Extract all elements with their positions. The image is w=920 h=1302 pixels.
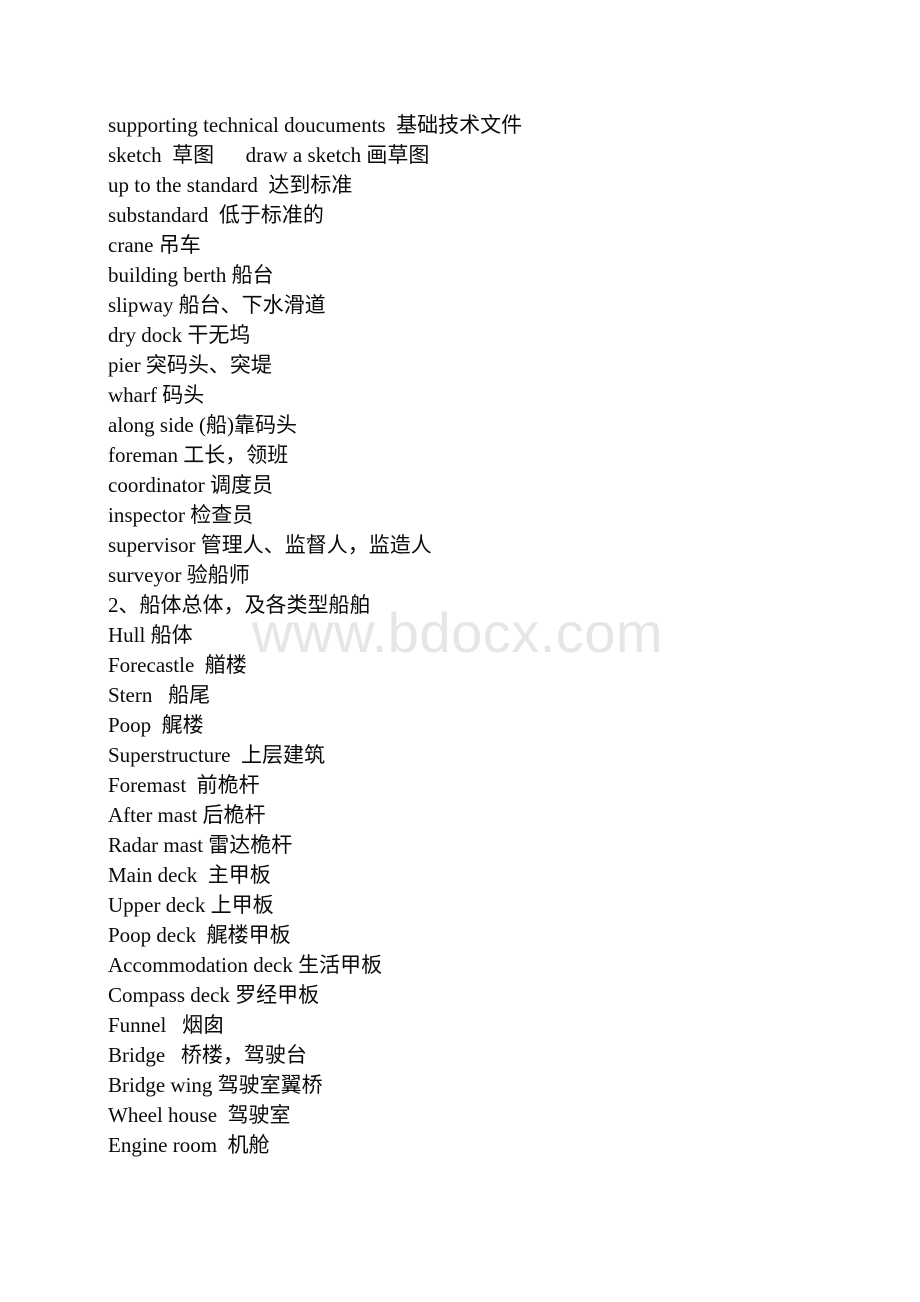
text-line: dry dock 干无坞 bbox=[108, 323, 251, 347]
text-line: Bridge wing 驾驶室翼桥 bbox=[108, 1073, 323, 1097]
text-line: slipway 船台、下水滑道 bbox=[108, 293, 326, 317]
text-line: foreman 工长，领班 bbox=[108, 443, 289, 467]
text-line: Forecastle 艏楼 bbox=[108, 653, 247, 677]
text-line: Compass deck 罗经甲板 bbox=[108, 983, 320, 1007]
section-heading: 2、船体总体，及各类型船舶 bbox=[108, 593, 371, 617]
text-line: Wheel house 驾驶室 bbox=[108, 1103, 291, 1127]
text-line: wharf 码头 bbox=[108, 383, 205, 407]
text-line: pier 突码头、突堤 bbox=[108, 353, 272, 377]
text-line: Funnel 烟囱 bbox=[108, 1013, 225, 1037]
text-line: Hull 船体 bbox=[108, 623, 193, 647]
text-line: Bridge 桥楼，驾驶台 bbox=[108, 1043, 307, 1067]
text-line: supervisor 管理人、监督人，监造人 bbox=[108, 533, 432, 557]
text-line: Stern 船尾 bbox=[108, 683, 211, 707]
text-line: Radar mast 雷达桅杆 bbox=[108, 833, 293, 857]
text-line: surveyor 验船师 bbox=[108, 563, 250, 587]
text-line: inspector 检查员 bbox=[108, 503, 254, 527]
text-line: Superstructure 上层建筑 bbox=[108, 743, 325, 767]
text-line: Poop 艉楼 bbox=[108, 713, 204, 737]
text-line: substandard 低于标准的 bbox=[108, 203, 324, 227]
text-line: Poop deck 艉楼甲板 bbox=[108, 923, 291, 947]
text-line: up to the standard 达到标准 bbox=[108, 173, 353, 197]
document-page: www.bdocx.com supporting technical doucu… bbox=[0, 0, 920, 1302]
text-line: supporting technical doucuments 基础技术文件 bbox=[108, 113, 523, 137]
text-line: Upper deck 上甲板 bbox=[108, 893, 274, 917]
document-body: supporting technical doucuments 基础技术文件 s… bbox=[108, 110, 868, 1160]
text-line: Main deck 主甲板 bbox=[108, 863, 271, 887]
text-line: Engine room 机舱 bbox=[108, 1133, 270, 1157]
text-line: sketch 草图 draw a sketch 画草图 bbox=[108, 143, 430, 167]
text-line: Foremast 前桅杆 bbox=[108, 773, 260, 797]
text-line: building berth 船台 bbox=[108, 263, 274, 287]
text-line: along side (船)靠码头 bbox=[108, 413, 297, 437]
text-line: coordinator 调度员 bbox=[108, 473, 274, 497]
text-line: crane 吊车 bbox=[108, 233, 201, 257]
text-line: After mast 后桅杆 bbox=[108, 803, 266, 827]
text-line: Accommodation deck 生活甲板 bbox=[108, 953, 383, 977]
